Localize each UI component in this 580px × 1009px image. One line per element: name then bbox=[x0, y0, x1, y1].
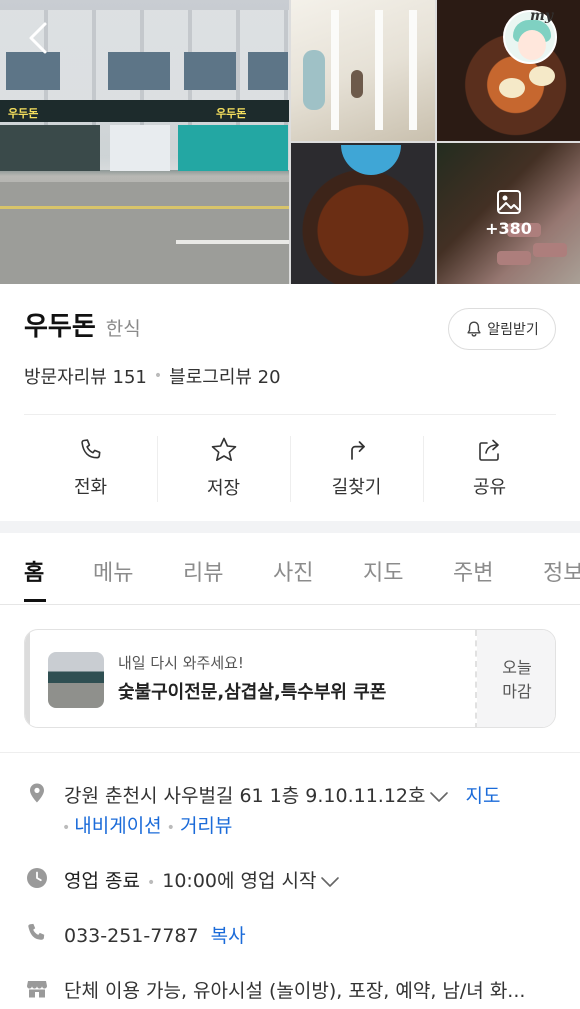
visitor-review-link[interactable]: 방문자리뷰 151 bbox=[24, 363, 147, 389]
phone-icon bbox=[28, 923, 45, 940]
phone-number[interactable]: 033-251-7787 bbox=[64, 925, 199, 947]
place-category: 한식 bbox=[105, 318, 141, 340]
tab-nearby[interactable]: 주변 bbox=[453, 555, 493, 587]
coupon-subtitle: 내일 다시 와주세요! bbox=[118, 654, 244, 672]
tab-bar: 홈 메뉴 리뷰 사진 지도 주변 정보 bbox=[0, 533, 580, 605]
blog-review-link[interactable]: 블로그리뷰 20 bbox=[169, 363, 280, 389]
address-text: 강원 춘천시 사우벌길 61 1층 9.10.11.12호 bbox=[64, 785, 426, 807]
coupon-thumbnail bbox=[48, 652, 104, 708]
separator-dot: • bbox=[153, 368, 163, 384]
directions-button[interactable]: 길찾기 bbox=[290, 428, 423, 508]
phone-icon bbox=[80, 439, 100, 459]
title-row: 우두돈 한식 bbox=[24, 306, 141, 343]
photo-gallery: 우두돈 우두돈 +380 my bbox=[0, 0, 580, 284]
tab-menu[interactable]: 메뉴 bbox=[93, 555, 133, 587]
copy-button[interactable]: 복사 bbox=[211, 925, 246, 947]
chevron-down-icon[interactable] bbox=[429, 791, 449, 803]
tab-review[interactable]: 리뷰 bbox=[183, 555, 223, 587]
navigation-link[interactable]: 내비게이션 bbox=[74, 815, 161, 837]
hours-detail: 10:00에 영업 시작 bbox=[162, 870, 317, 892]
coupon-card[interactable]: 내일 다시 와주세요! 숯불구이전문,삼겹살,특수부위 쿠폰 오늘 마감 bbox=[24, 629, 556, 728]
star-icon bbox=[211, 437, 236, 462]
hours-row[interactable]: 영업 종료 • 10:00에 영업 시작 bbox=[64, 866, 340, 893]
photo-count: +380 bbox=[485, 219, 532, 238]
noodle-photo[interactable] bbox=[291, 143, 435, 284]
facilities-row[interactable]: 단체 이용 가능, 유아시설 (놀이방), 포장, 예약, 남/녀 화... bbox=[64, 976, 525, 1003]
review-summary: 방문자리뷰 151 • 블로그리뷰 20 bbox=[24, 363, 281, 389]
share-label: 공유 bbox=[472, 477, 507, 498]
alarm-label: 알림받기 bbox=[487, 322, 539, 338]
action-bar: 전화 저장 길찾기 공유 bbox=[24, 428, 556, 508]
chevron-down-icon[interactable] bbox=[320, 876, 340, 888]
active-tab-indicator bbox=[24, 599, 46, 602]
storefront-photo[interactable]: 우두돈 우두돈 bbox=[0, 0, 289, 284]
hours-status: 영업 종료 bbox=[64, 870, 140, 892]
store-sign: 우두돈 bbox=[4, 104, 43, 122]
store-sign: 우두돈 bbox=[212, 104, 251, 122]
clock-icon bbox=[27, 868, 47, 888]
separator-dot: • bbox=[146, 875, 156, 891]
separator-dot: • bbox=[166, 820, 175, 836]
my-badge: my bbox=[530, 8, 553, 24]
share-icon bbox=[478, 439, 499, 461]
table-photo[interactable]: +380 bbox=[437, 143, 580, 284]
save-button[interactable]: 저장 bbox=[157, 428, 290, 508]
street-view-link[interactable]: 거리뷰 bbox=[180, 815, 232, 837]
phone-row: 033-251-7787 복사 bbox=[64, 921, 246, 948]
bell-icon bbox=[467, 321, 481, 337]
tab-map[interactable]: 지도 bbox=[363, 555, 403, 587]
alarm-button[interactable]: 알림받기 bbox=[448, 308, 556, 350]
tab-home[interactable]: 홈 bbox=[24, 555, 44, 587]
back-button[interactable] bbox=[18, 18, 58, 58]
tab-photo[interactable]: 사진 bbox=[273, 555, 313, 587]
divider bbox=[24, 414, 556, 415]
more-photos-button[interactable]: +380 bbox=[437, 143, 580, 284]
playroom-photo[interactable] bbox=[291, 0, 435, 141]
place-name: 우두돈 bbox=[24, 312, 96, 342]
directions-label: 길찾기 bbox=[331, 477, 382, 498]
save-label: 저장 bbox=[206, 478, 241, 499]
image-icon bbox=[496, 190, 521, 214]
separator-dot: • bbox=[62, 820, 71, 836]
section-divider bbox=[0, 521, 580, 533]
coupon-status: 오늘 마감 bbox=[477, 630, 555, 727]
address-row: 강원 춘천시 사우벌길 61 1층 9.10.11.12호 지도 bbox=[64, 781, 501, 808]
coupon-status-line1: 오늘 bbox=[502, 657, 532, 677]
address-links: • 내비게이션 • 거리뷰 bbox=[62, 811, 232, 838]
store-icon bbox=[27, 981, 47, 998]
call-button[interactable]: 전화 bbox=[24, 428, 157, 508]
coupon-status-line2: 마감 bbox=[502, 681, 532, 701]
share-button[interactable]: 공유 bbox=[423, 428, 556, 508]
coupon-title: 숯불구이전문,삼겹살,특수부위 쿠폰 bbox=[118, 682, 387, 703]
directions-icon bbox=[350, 441, 365, 460]
tab-info[interactable]: 정보 bbox=[543, 555, 580, 587]
location-pin-icon bbox=[30, 783, 44, 803]
map-link[interactable]: 지도 bbox=[466, 785, 501, 807]
call-label: 전화 bbox=[73, 477, 108, 498]
facilities-text: 단체 이용 가능, 유아시설 (놀이방), 포장, 예약, 남/녀 화... bbox=[64, 980, 526, 1002]
coupon-body: 내일 다시 와주세요! 숯불구이전문,삼겹살,특수부위 쿠폰 bbox=[25, 630, 475, 727]
divider bbox=[0, 752, 580, 753]
chevron-left-icon bbox=[29, 22, 47, 54]
